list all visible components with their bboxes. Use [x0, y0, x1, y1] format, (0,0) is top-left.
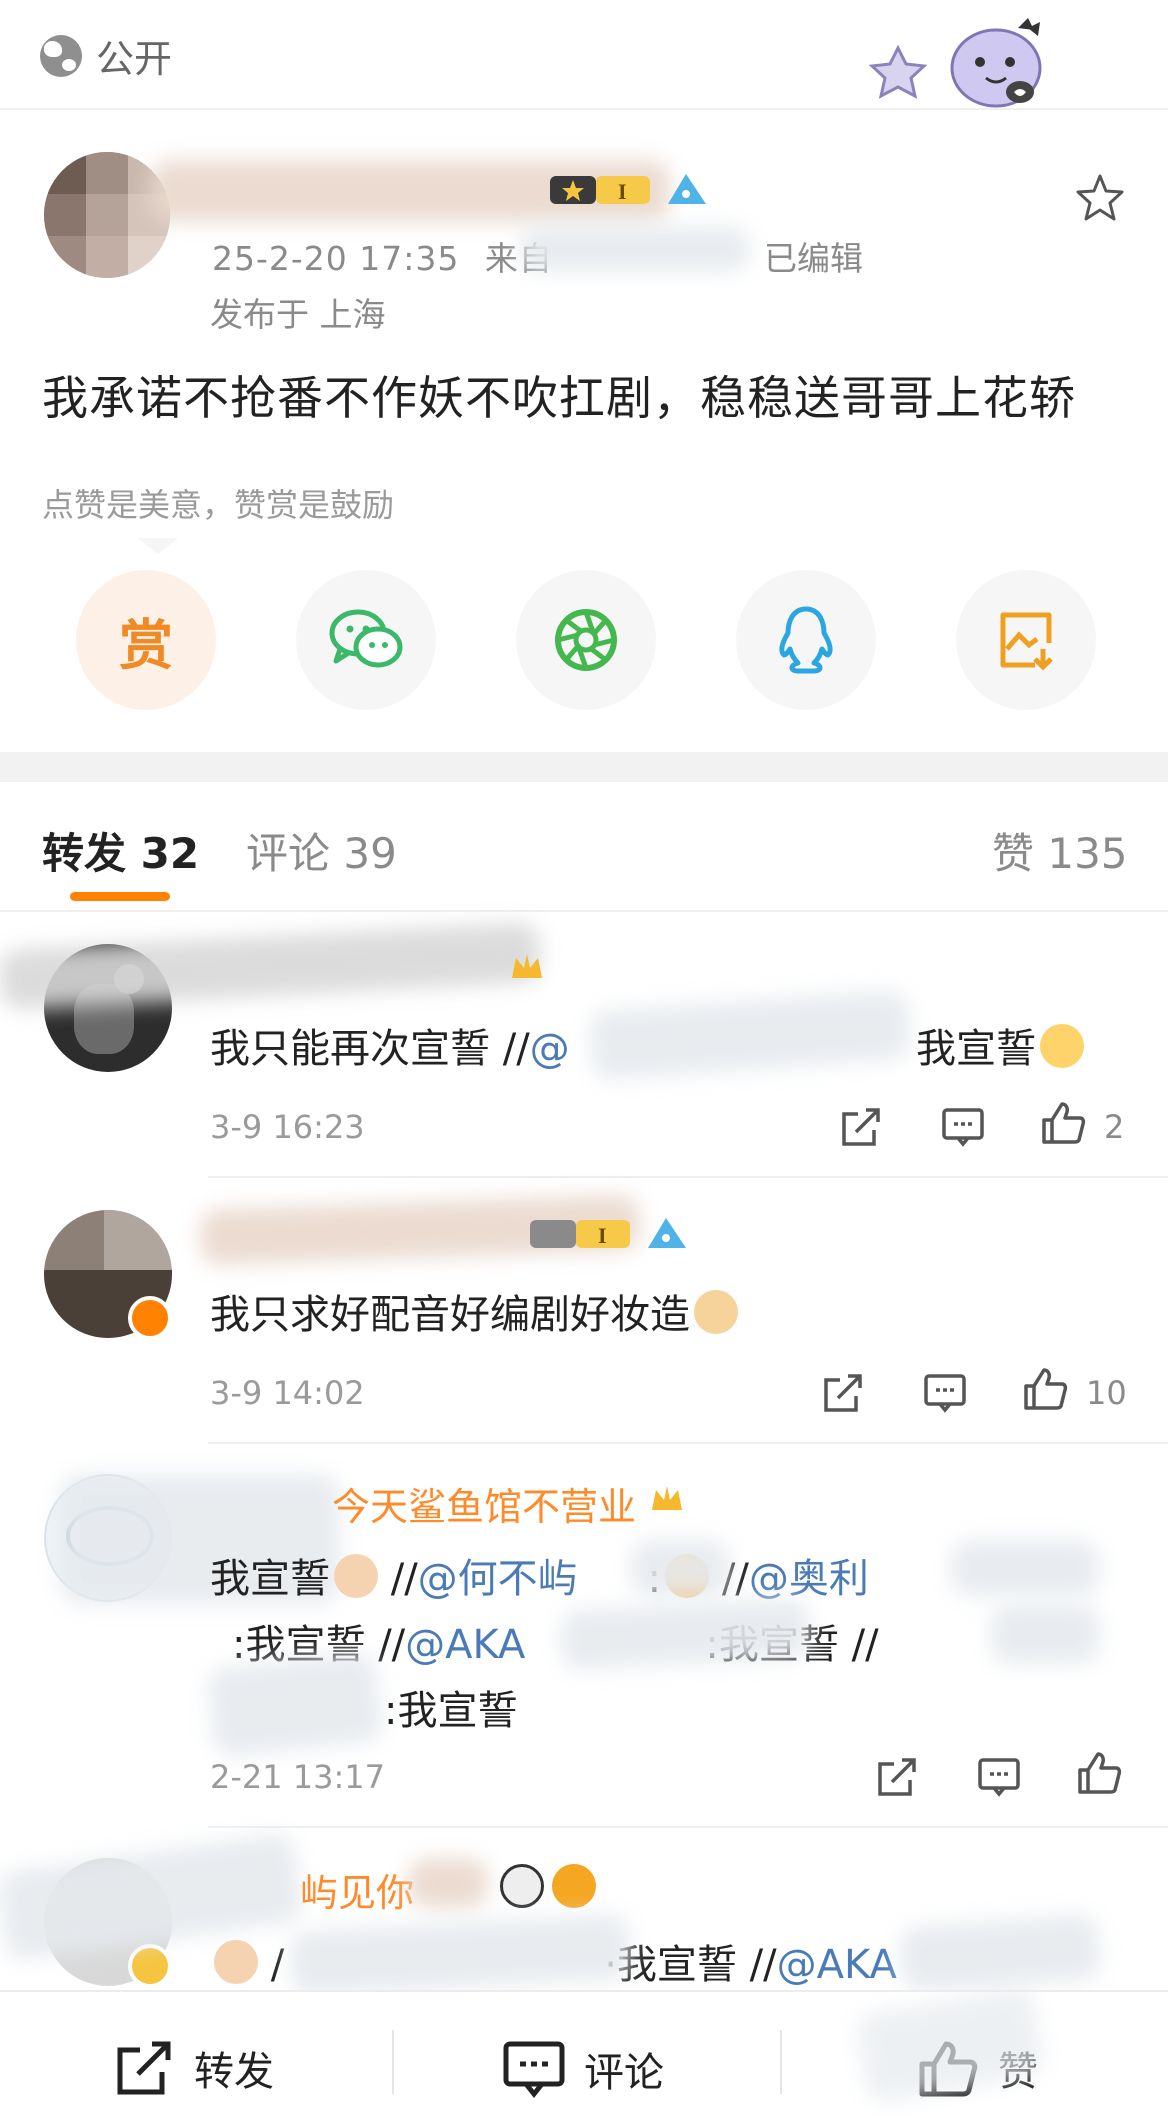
moments-aperture-icon [555, 609, 617, 671]
repost-text-prefix: 我只能再次宣誓 // [210, 1026, 530, 1072]
vip-crown-icon [652, 1486, 682, 1510]
weibo-post-detail: { "topbar": { "visibility_label": "公开" }… [0, 0, 1168, 2116]
verified-badge-icon [128, 1296, 172, 1340]
membership-badge-icon: I [530, 1220, 630, 1248]
favorite-star-icon[interactable] [1074, 172, 1126, 224]
tab-repost[interactable]: 转发 32 [42, 820, 199, 881]
svg-text:I: I [598, 1223, 607, 1248]
raised-hand-emoji-icon [1040, 1024, 1084, 1068]
tab-like[interactable]: 赞 135 [992, 820, 1128, 881]
reward-hint: 点赞是美意，赞赏是鼓励 [42, 486, 395, 524]
section-divider [0, 752, 1168, 782]
like-count: 10 [1086, 1374, 1127, 1412]
repost-username[interactable]: 今天鲨鱼馆不营业 [332, 1476, 636, 1531]
repost-text-segment: / [270, 1942, 285, 1988]
visibility-label: 公开 [96, 37, 173, 81]
mention-link[interactable]: @奥利 [749, 1556, 869, 1602]
redacted-mention [205, 1651, 385, 1759]
globe-icon [40, 34, 82, 77]
edited-label: 已编辑 [764, 239, 863, 278]
repost-action-icon[interactable] [874, 1754, 920, 1800]
comment-action-icon[interactable] [940, 1104, 986, 1150]
mention-link[interactable]: @ [530, 1026, 570, 1072]
redacted-mention [950, 1540, 1100, 1596]
qq-penguin-icon [779, 606, 833, 674]
repost-username[interactable]: 屿见你 [300, 1862, 414, 1917]
active-tab-indicator [70, 892, 170, 901]
row-divider [208, 1442, 1168, 1444]
panda-emoji-icon [500, 1864, 544, 1908]
comment-icon [503, 2041, 565, 2099]
redacted-mention [897, 1913, 1103, 1993]
post-body: 我承诺不抢番不作妖不吹扛剧，稳稳送哥哥上花轿 [42, 371, 1076, 425]
redacted-source [520, 226, 750, 272]
comment-action-icon[interactable] [976, 1754, 1022, 1800]
repost-text: 我只求好配音好编剧好妆造 [210, 1282, 738, 1340]
verified-badge-icon [128, 1944, 172, 1988]
tab-comment[interactable]: 评论 39 [246, 820, 397, 881]
comment-action-icon[interactable] [922, 1370, 968, 1416]
repost-text-segment: ·我宣誓 // [604, 1942, 777, 1988]
post-meta: 25-2-20 17:35 来自 [212, 232, 553, 280]
mention-link[interactable]: @AKA [777, 1942, 897, 1988]
reward-button[interactable]: 赏 [76, 570, 216, 710]
bottom-comment-button[interactable]: 评论 [502, 2038, 664, 2100]
row-divider [208, 1176, 1168, 1178]
bottom-repost-label: 转发 [194, 2049, 274, 2095]
pufferfish-emoji-icon [552, 1864, 596, 1908]
save-image-button[interactable] [956, 570, 1096, 710]
post-location: 发布于 上海 [210, 295, 386, 334]
repost-text-label: 我只求好配音好编剧好妆造 [210, 1292, 690, 1338]
repost-action-icon[interactable] [838, 1104, 884, 1150]
like-count: 2 [1104, 1108, 1125, 1146]
bottom-repost-button[interactable]: 转发 [112, 2038, 274, 2098]
share-moments-button[interactable] [516, 570, 656, 710]
share-wechat-button[interactable] [296, 570, 436, 710]
praying-hands-emoji-icon [694, 1290, 738, 1334]
repost-text-segment: 我宣誓 [210, 1556, 330, 1602]
mention-link[interactable]: @AKA [405, 1622, 525, 1668]
repost-icon [117, 2041, 171, 2095]
bottom-divider [780, 2030, 782, 2094]
hint-pointer-icon [138, 538, 178, 554]
visibility-indicator[interactable]: 公开 [40, 28, 172, 83]
redacted-username [408, 1858, 488, 1908]
like-thumb-icon[interactable] [1076, 1750, 1122, 1796]
repost-text-suffix: 我宣誓 [916, 1016, 1084, 1074]
like-thumb-icon[interactable] [1040, 1100, 1086, 1146]
shark-badge-icon [668, 174, 706, 204]
post-timestamp: 25-2-20 17:35 [212, 239, 460, 278]
repost-text-line3: :我宣誓 [384, 1688, 518, 1734]
share-qq-button[interactable] [736, 570, 876, 710]
redacted-username [0, 921, 542, 1011]
repost-time: 3-9 14:02 [210, 1374, 365, 1412]
bottom-divider [392, 2030, 394, 2094]
like-thumb-icon[interactable] [1022, 1366, 1068, 1412]
raised-fist-emoji-icon [214, 1940, 258, 1984]
membership-badge-icon: I [550, 176, 650, 204]
raised-fist-emoji-icon [334, 1554, 378, 1598]
bottom-comment-label: 评论 [584, 2050, 664, 2096]
repost-text-segment: // [390, 1556, 418, 1602]
vip-crown-icon [512, 954, 542, 978]
repost-action-icon[interactable] [820, 1370, 866, 1416]
reward-label: 赏 [119, 613, 173, 677]
mascot-sticker-icon[interactable] [868, 10, 1068, 110]
row-divider [208, 1826, 1168, 1828]
repost-time: 2-21 13:17 [210, 1758, 386, 1796]
redacted-mention [630, 1540, 730, 1596]
repost-text: 我只能再次宣誓 //@ [210, 1016, 570, 1074]
repost-text-line1: 我宣誓 //@何不屿: //@奥利 [210, 1546, 869, 1604]
redacted-mention [990, 1604, 1100, 1664]
svg-text:I: I [618, 179, 627, 204]
repost-text-suffix-label: 我宣誓 [916, 1026, 1036, 1072]
image-download-icon [1000, 612, 1053, 671]
wechat-icon [329, 609, 403, 668]
redacted-mention [587, 988, 913, 1082]
mention-link[interactable]: @何不屿 [418, 1556, 578, 1602]
shark-badge-icon [648, 1218, 686, 1248]
repost-time: 3-9 16:23 [210, 1108, 365, 1146]
